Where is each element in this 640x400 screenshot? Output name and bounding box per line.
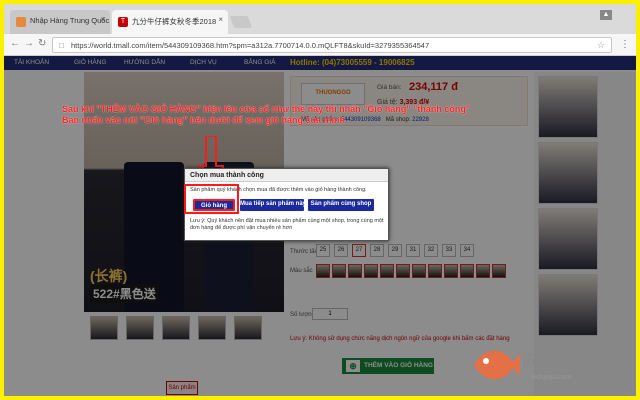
browser-toolbar: ← → ↻ □ https://world.tmall.com/item/544…	[4, 34, 636, 56]
watermark-name: 网多鱼	[522, 352, 582, 373]
instruction-line-2: Bạn nhấn vào nút "Giỏ hàng" bên dưới để …	[62, 115, 345, 125]
instruction-line-1: Sau khi "THÊM VÀO GIỎ HÀNG" hiện lên cửa…	[62, 104, 471, 114]
watermark-url: wduoyu.com	[532, 374, 572, 381]
url-text: https://world.tmall.com/item/54430910936…	[71, 41, 430, 50]
back-icon[interactable]: ←	[10, 38, 20, 49]
watermark: 网多鱼 wduoyu.com	[470, 342, 630, 392]
tab-favicon-icon	[16, 17, 26, 27]
tab-close-icon[interactable]: ×	[100, 15, 105, 24]
same-shop-products-button[interactable]: Sản phẩm cùng shop	[308, 199, 374, 211]
tutorial-instruction: Sau khi "THÊM VÀO GIỎ HÀNG" hiện lên cửa…	[62, 104, 512, 126]
user-profile-icon[interactable]: ▲	[600, 10, 612, 20]
continue-shopping-button[interactable]: Mua tiếp sản phẩm này	[240, 199, 306, 211]
tmall-favicon-icon: T	[118, 17, 128, 27]
tab-tmall[interactable]: T 九分牛仔裤女秋冬季2018 ×	[112, 10, 228, 34]
browser-window: Nhập Hàng Trung Quốc × T 九分牛仔裤女秋冬季2018 ×…	[4, 4, 636, 396]
tab-nhap-hang[interactable]: Nhập Hàng Trung Quốc ×	[10, 10, 110, 34]
tab-label: Nhập Hàng Trung Quốc	[30, 16, 110, 25]
reload-icon[interactable]: ↻	[38, 38, 46, 49]
fish-logo-icon	[474, 350, 520, 380]
page-info-icon[interactable]: □	[59, 41, 64, 50]
dialog-title: Chọn mua thành công	[185, 169, 388, 182]
web-page: TÀI KHOẢN GIỎ HÀNG HƯỚNG DẪN DỊCH VỤ BẢN…	[4, 56, 636, 396]
new-tab-button[interactable]	[229, 16, 253, 28]
address-bar[interactable]: □ https://world.tmall.com/item/544309109…	[52, 37, 612, 53]
menu-icon[interactable]: ⋮	[620, 39, 630, 50]
tab-strip: Nhập Hàng Trung Quốc × T 九分牛仔裤女秋冬季2018 ×…	[4, 4, 636, 34]
tab-label: 九分牛仔裤女秋冬季2018	[132, 17, 217, 26]
dialog-note: Lưu ý: Quý khách nên đặt mua nhiều sản p…	[190, 218, 384, 231]
bookmark-star-icon[interactable]: ☆	[597, 40, 605, 51]
tab-close-icon[interactable]: ×	[218, 15, 223, 24]
highlight-box	[184, 184, 239, 214]
forward-icon[interactable]: →	[24, 38, 34, 49]
